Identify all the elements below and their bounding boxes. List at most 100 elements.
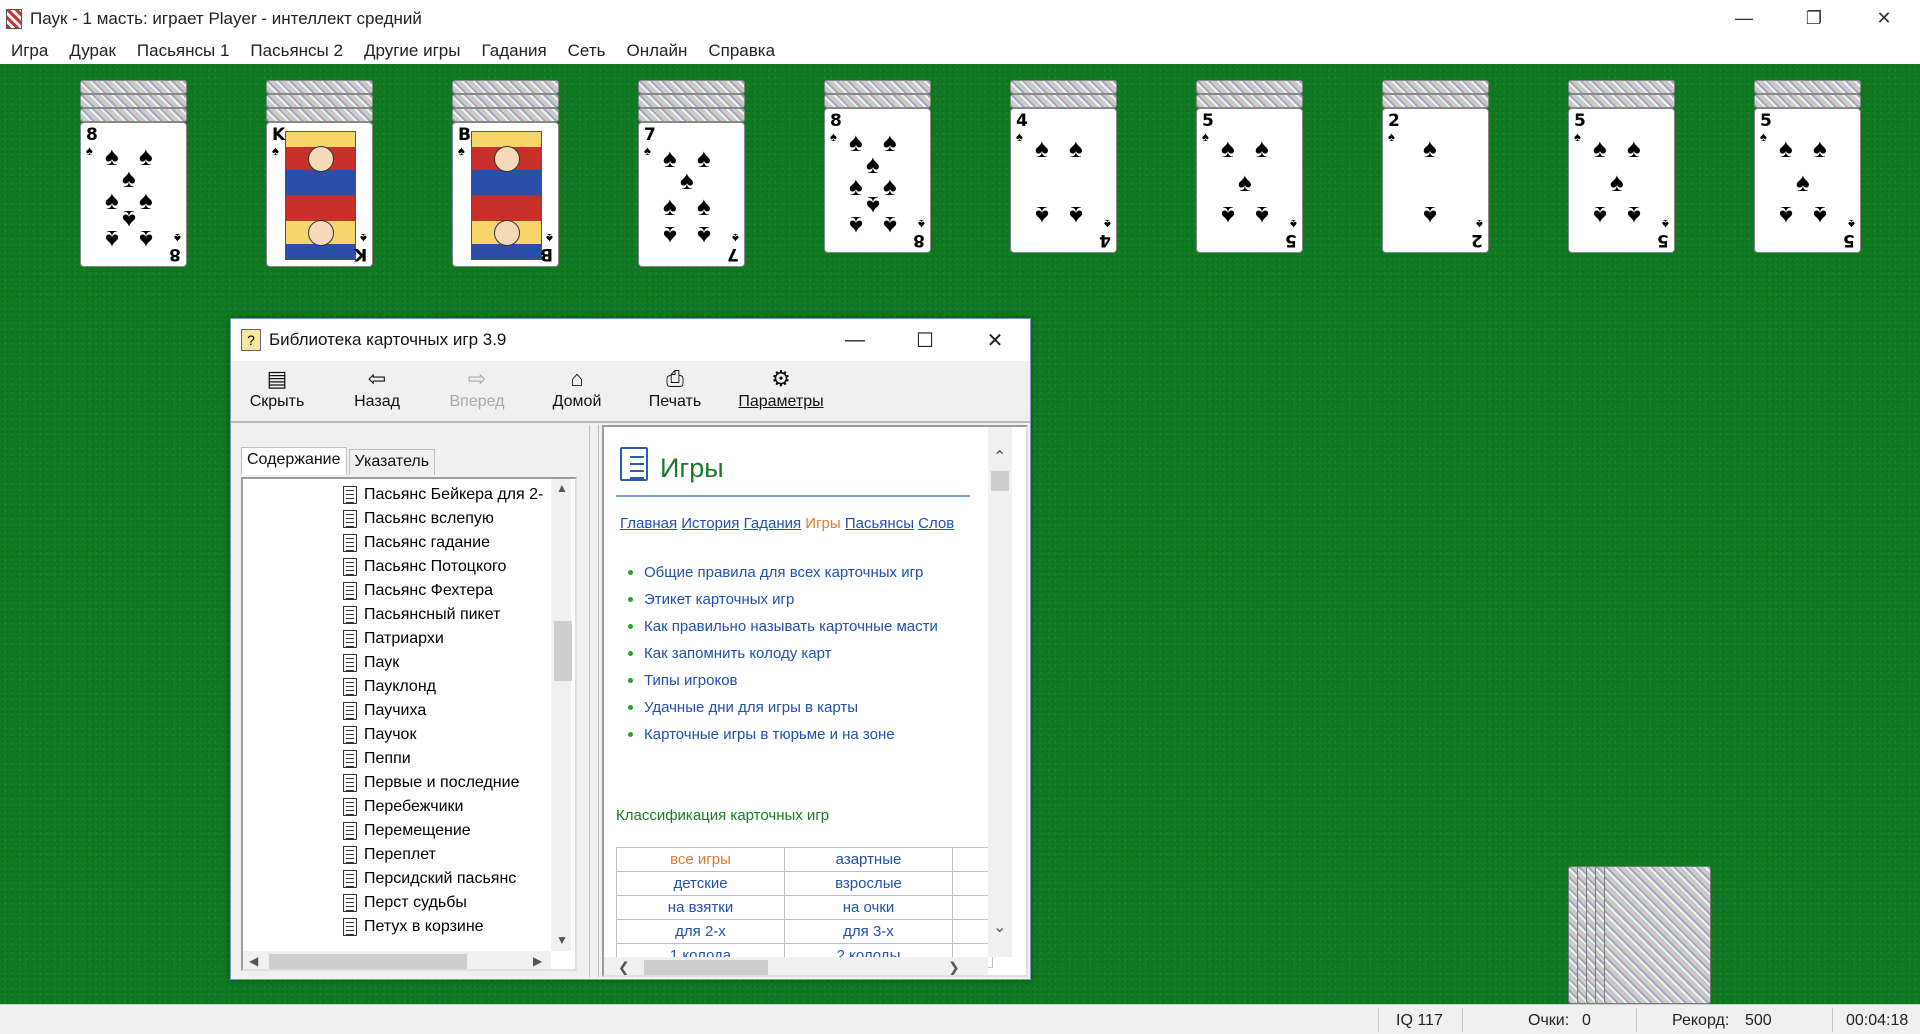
face-up-card[interactable]: K ♠ K ♠ (266, 122, 373, 267)
print-button[interactable]: ⎙ Печать (635, 365, 715, 421)
breadcrumb-link[interactable]: Слов (918, 515, 954, 532)
face-up-card[interactable]: ♠ ♠ ♠ ♠ ♠ ♠ ♠ ♠ 8 ♠ 8 ♠ (80, 122, 187, 267)
topic-link[interactable]: Как правильно называть карточные масти (628, 617, 998, 636)
category-link[interactable]: на взятки (616, 895, 785, 920)
menu-solitaire-2[interactable]: Пасьянсы 2 (243, 41, 350, 61)
tree-item[interactable]: Паук (343, 651, 557, 675)
help-close-button[interactable]: ✕ (960, 319, 1030, 361)
breadcrumb-link[interactable]: История (681, 515, 739, 532)
minimize-button[interactable]: — (1710, 0, 1778, 37)
category-link[interactable]: детские (616, 871, 785, 896)
menu-game[interactable]: Игра (4, 41, 55, 61)
menu-help[interactable]: Справка (701, 41, 782, 61)
tree-item[interactable]: Пасьянс Потоцкого (343, 555, 557, 579)
content-hscroll-thumb[interactable] (644, 960, 768, 975)
face-up-card[interactable]: ♠ ♠ 2 ♠ 2 ♠ (1382, 108, 1489, 253)
menu-online[interactable]: Онлайн (619, 41, 694, 61)
tree-item[interactable]: Пауклонд (343, 675, 557, 699)
help-maximize-button[interactable]: ☐ (890, 319, 960, 361)
tree-item[interactable]: Пасьянс гадание (343, 531, 557, 555)
card-rank: 4 (1016, 111, 1028, 131)
category-link[interactable]: все игры (616, 847, 785, 872)
tree-item[interactable]: Патриархи (343, 627, 557, 651)
face-up-card[interactable]: ♠ ♠ ♠ ♠ ♠ 5 ♠ 5 ♠ (1568, 108, 1675, 253)
close-button[interactable]: ✕ (1850, 0, 1918, 37)
tab-index[interactable]: Указатель (348, 449, 436, 475)
score-value: 0 (1582, 1012, 1591, 1029)
menu-durak[interactable]: Дурак (62, 41, 123, 61)
menu-network[interactable]: Сеть (561, 41, 613, 61)
hide-button[interactable]: ▤ Скрыть (237, 365, 317, 421)
tree-vertical-scrollbar[interactable]: ▲ ▼ (551, 479, 572, 951)
tree-item[interactable]: Пасьянс Фехтера (343, 579, 557, 603)
category-link[interactable]: для 2-х (616, 919, 785, 944)
face-up-card[interactable]: B ♠ B ♠ (452, 122, 559, 267)
breadcrumb-link[interactable]: Главная (620, 515, 677, 532)
tree-item-label: Петух в корзине (364, 918, 484, 935)
face-up-card[interactable]: ♠ ♠ ♠ ♠ ♠ ♠ ♠ ♠ 8 ♠ 8 ♠ (824, 108, 931, 253)
topic-link[interactable]: Карточные игры в тюрьме и на зоне (628, 725, 998, 744)
category-link[interactable]: взрослые (784, 871, 953, 896)
menu-solitaire-1[interactable]: Пасьянсы 1 (130, 41, 237, 61)
tree-item[interactable]: Перебежчики (343, 795, 557, 819)
category-link[interactable]: на очки (784, 895, 953, 920)
topic-link[interactable]: Этикет карточных игр (628, 590, 998, 609)
face-up-card[interactable]: ♠ ♠ ♠ ♠ 4 ♠ 4 ♠ (1010, 108, 1117, 253)
home-label: Домой (552, 393, 602, 410)
home-button[interactable]: ⌂ Домой (537, 365, 617, 421)
tree-item[interactable]: Паучок (343, 723, 557, 747)
content-scroll-thumb[interactable] (991, 471, 1009, 491)
face-up-card[interactable]: ♠ ♠ ♠ ♠ ♠ ♠ ♠ 7 ♠ 7 ♠ (638, 122, 745, 267)
tree-item[interactable]: Пасьянс Бейкера для 2- (343, 483, 557, 507)
scroll-down-icon[interactable]: ⌄ (993, 917, 1006, 937)
face-up-card[interactable]: ♠ ♠ ♠ ♠ ♠ 5 ♠ 5 ♠ (1754, 108, 1861, 253)
tree-hscroll-thumb[interactable] (269, 954, 467, 969)
spade-icon: ♠ (918, 217, 925, 232)
scroll-up-icon[interactable]: ▲ (556, 481, 568, 495)
tree-item[interactable]: Персидский пасьянс (343, 867, 557, 891)
pane-splitter[interactable] (589, 425, 599, 977)
document-icon (343, 678, 357, 696)
tree-item[interactable]: Паучиха (343, 699, 557, 723)
category-link[interactable]: азартные (784, 847, 953, 872)
tree-item[interactable]: Пеппи (343, 747, 557, 771)
scroll-down-icon[interactable]: ▼ (556, 933, 568, 947)
content-horizontal-scrollbar[interactable]: ❮ ❯ (604, 957, 988, 975)
tree-item[interactable]: Пасьянс вслепую (343, 507, 557, 531)
tree-item-label: Пауклонд (364, 678, 436, 695)
menu-fortune-telling[interactable]: Гадания (474, 41, 553, 61)
topic-link[interactable]: Удачные дни для игры в карты (628, 698, 998, 717)
tree-item[interactable]: Пасьянсный пикет (343, 603, 557, 627)
tab-contents[interactable]: Содержание (241, 447, 347, 475)
topic-link[interactable]: Типы игроков (628, 671, 998, 690)
breadcrumb-link[interactable]: Гадания (744, 515, 802, 532)
tree-item[interactable]: Перст судьбы (343, 891, 557, 915)
options-button[interactable]: ⚙ Параметры (731, 365, 831, 421)
topic-link[interactable]: Общие правила для всех карточных игр (628, 563, 998, 582)
topic-link[interactable]: Как запомнить колоду карт (628, 644, 998, 663)
tree-item[interactable]: Переплет (343, 843, 557, 867)
help-minimize-button[interactable]: — (820, 319, 890, 361)
face-down-card (1754, 94, 1861, 108)
menu-other-games[interactable]: Другие игры (357, 41, 468, 61)
category-link[interactable]: для 3-х (784, 919, 953, 944)
tree-scroll-thumb[interactable] (554, 621, 572, 681)
scroll-up-icon[interactable]: ⌃ (993, 447, 1006, 467)
status-separator (1378, 1008, 1379, 1032)
scroll-left-icon[interactable]: ◀ (249, 954, 258, 968)
tree-item[interactable]: Петух в корзине (343, 915, 557, 939)
forward-label: Вперед (449, 393, 505, 410)
content-vertical-scrollbar[interactable]: ⌃ ⌄ (988, 427, 1012, 957)
back-button[interactable]: ⇦ Назад (337, 365, 417, 421)
tree-item[interactable]: Первые и последние (343, 771, 557, 795)
forward-button[interactable]: ⇨ Вперед (437, 365, 517, 421)
tree-item[interactable]: Перемещение (343, 819, 557, 843)
tree-horizontal-scrollbar[interactable]: ◀ ▶ (243, 951, 551, 969)
restore-button[interactable]: ❐ (1780, 0, 1848, 37)
face-up-card[interactable]: ♠ ♠ ♠ ♠ ♠ 5 ♠ 5 ♠ (1196, 108, 1303, 253)
contents-tree[interactable]: Пасьянс Бейкера для 2- Пасьянс вслепую Пас… (241, 477, 577, 971)
scroll-left-icon[interactable]: ❮ (618, 959, 630, 975)
breadcrumb-link[interactable]: Пасьянсы (845, 515, 914, 532)
scroll-right-icon[interactable]: ▶ (533, 954, 542, 968)
scroll-right-icon[interactable]: ❯ (948, 959, 960, 975)
